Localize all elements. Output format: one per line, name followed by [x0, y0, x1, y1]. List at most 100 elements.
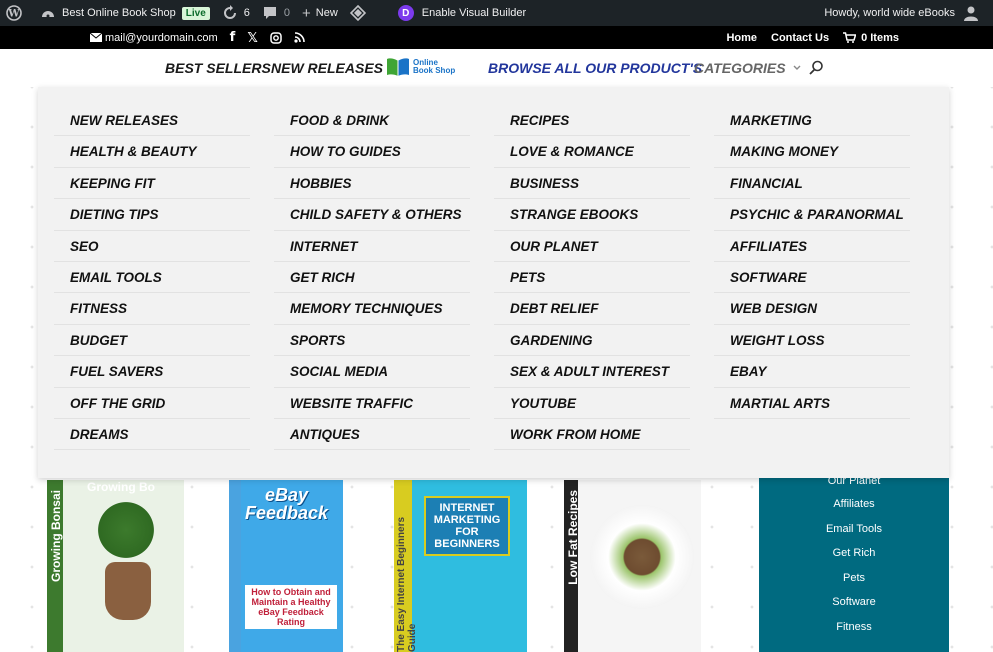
- menu-item-email-tools[interactable]: EMAIL TOOLS: [54, 262, 250, 294]
- menu-item-debt-relief[interactable]: DEBT RELIEF: [494, 293, 690, 325]
- menu-item-how-to-guides[interactable]: HOW TO GUIDES: [274, 136, 470, 168]
- menu-item-marketing[interactable]: MARKETING: [714, 105, 910, 137]
- menu-item-software[interactable]: SOFTWARE: [714, 262, 910, 294]
- menu-item-health-beauty[interactable]: HEALTH & BEAUTY: [54, 136, 250, 168]
- menu-item-youtube[interactable]: YOUTUBE: [494, 388, 690, 419]
- menu-item-seo[interactable]: SEO: [54, 231, 250, 262]
- mega-menu-column-1: NEW RELEASES HEALTH & BEAUTY KEEPING FIT…: [54, 105, 250, 451]
- product-book-internet-marketing[interactable]: The Easy Internet Beginners Guide INTERN…: [394, 480, 527, 652]
- mega-menu-column-2: FOOD & DRINK HOW TO GUIDES HOBBIES CHILD…: [274, 105, 470, 451]
- menu-item-internet[interactable]: INTERNET: [274, 231, 470, 262]
- sidebar-item-affiliates[interactable]: Affiliates: [759, 492, 949, 517]
- menu-item-martial-arts[interactable]: MARTIAL ARTS: [714, 388, 910, 419]
- nav-browse-all-products[interactable]: BROWSE ALL OUR PRODUCT'S: [488, 60, 702, 76]
- book2-title-line-2: Feedback: [245, 503, 329, 523]
- user-avatar-icon: [964, 6, 978, 21]
- menu-item-making-money[interactable]: MAKING MONEY: [714, 136, 910, 168]
- book3-cover-title: INTERNET MARKETING FOR BEGINNERS: [424, 496, 510, 556]
- menu-item-antiques[interactable]: ANTIQUES: [274, 419, 470, 451]
- menu-item-financial[interactable]: FINANCIAL: [714, 168, 910, 200]
- menu-item-our-planet[interactable]: OUR PLANET: [494, 231, 690, 262]
- comment-bubble-icon: [263, 7, 276, 19]
- wp-admin-bar: W Best Online Book Shop Live 6 0 + New D…: [0, 0, 993, 26]
- menu-item-keeping-fit[interactable]: KEEPING FIT: [54, 168, 250, 200]
- bonsai-pot-image: [105, 562, 151, 620]
- menu-item-dreams[interactable]: DREAMS: [54, 419, 250, 451]
- menu-item-memory-techniques[interactable]: MEMORY TECHNIQUES: [274, 293, 470, 325]
- comments-button[interactable]: 0: [256, 0, 296, 26]
- menu-item-social-media[interactable]: SOCIAL MEDIA: [274, 356, 470, 388]
- sidebar-item-email-tools[interactable]: Email Tools: [759, 517, 949, 542]
- menu-item-website-traffic[interactable]: WEBSITE TRAFFIC: [274, 388, 470, 419]
- menu-item-ebay[interactable]: EBAY: [714, 356, 910, 388]
- menu-item-sports[interactable]: SPORTS: [274, 325, 470, 357]
- wordpress-icon: W: [6, 5, 22, 21]
- sidebar-item-software[interactable]: Software: [759, 590, 949, 615]
- divi-diamond-button[interactable]: [344, 0, 378, 26]
- svg-text:W: W: [7, 9, 20, 20]
- product-book-low-fat-recipes[interactable]: Low Fat Recipes: [564, 480, 701, 652]
- facebook-icon[interactable]: f: [230, 30, 236, 45]
- enable-visual-builder-button[interactable]: D Enable Visual Builder: [392, 0, 532, 26]
- cart-link[interactable]: 0 Items: [843, 32, 899, 44]
- site-name-link[interactable]: Best Online Book Shop Live: [34, 0, 216, 26]
- account-menu[interactable]: Howdy, world wide eBooks: [818, 0, 993, 26]
- menu-item-gardening[interactable]: GARDENING: [494, 325, 690, 357]
- visual-builder-label: Enable Visual Builder: [421, 7, 527, 19]
- live-badge: Live: [181, 6, 210, 20]
- menu-item-fitness[interactable]: FITNESS: [54, 293, 250, 325]
- menu-item-dieting-tips[interactable]: DIETING TIPS: [54, 199, 250, 231]
- contact-us-link[interactable]: Contact Us: [771, 32, 829, 44]
- sidebar-item-fitness[interactable]: Fitness: [759, 615, 949, 640]
- logo-line-2: Book Shop: [413, 66, 456, 75]
- mega-menu-column-3: RECIPES LOVE & ROMANCE BUSINESS STRANGE …: [494, 105, 690, 451]
- book2-subtitle: How to Obtain and Maintain a Healthy eBa…: [245, 585, 337, 629]
- categories-mega-menu: NEW RELEASES HEALTH & BEAUTY KEEPING FIT…: [38, 87, 949, 478]
- x-twitter-icon[interactable]: 𝕏: [247, 30, 257, 46]
- sidebar-item-pets[interactable]: Pets: [759, 566, 949, 591]
- nav-new-releases[interactable]: NEW RELEASES: [271, 60, 383, 76]
- menu-item-web-design[interactable]: WEB DESIGN: [714, 293, 910, 325]
- menu-item-sex-adult-interest[interactable]: SEX & ADULT INTEREST: [494, 356, 690, 388]
- search-icon[interactable]: [808, 60, 824, 76]
- email-link[interactable]: mail@yourdomain.com: [90, 32, 218, 44]
- menu-item-get-rich[interactable]: GET RICH: [274, 262, 470, 294]
- menu-item-psychic-paranormal[interactable]: PSYCHIC & PARANORMAL: [714, 199, 910, 231]
- menu-item-fuel-savers[interactable]: FUEL SAVERS: [54, 356, 250, 388]
- menu-item-recipes[interactable]: RECIPES: [494, 105, 690, 137]
- menu-item-pets[interactable]: PETS: [494, 262, 690, 294]
- product-book-ebay-feedback[interactable]: eBay Feedback How to Obtain and Maintain…: [229, 480, 343, 652]
- new-label: New: [315, 7, 338, 19]
- nav-best-sellers[interactable]: BEST SELLERS: [165, 60, 271, 76]
- sidebar-item-get-rich[interactable]: Get Rich: [759, 541, 949, 566]
- dashboard-gauge-icon: [42, 11, 54, 18]
- site-logo[interactable]: Online Book Shop: [386, 57, 455, 77]
- menu-item-business[interactable]: BUSINESS: [494, 168, 690, 200]
- menu-item-strange-ebooks[interactable]: STRANGE EBOOKS: [494, 199, 690, 231]
- cart-count: 0 Items: [861, 31, 899, 44]
- menu-item-hobbies[interactable]: HOBBIES: [274, 168, 470, 200]
- wordpress-logo-button[interactable]: W: [0, 0, 34, 26]
- menu-item-weight-loss[interactable]: WEIGHT LOSS: [714, 325, 910, 357]
- updates-count: 6: [243, 7, 250, 19]
- updates-refresh-icon: [223, 5, 236, 19]
- home-link[interactable]: Home: [726, 32, 757, 44]
- menu-item-off-the-grid[interactable]: OFF THE GRID: [54, 388, 250, 419]
- rss-icon[interactable]: [294, 32, 305, 43]
- menu-item-work-from-home[interactable]: WORK FROM HOME: [494, 419, 690, 451]
- menu-item-food-drink[interactable]: FOOD & DRINK: [274, 105, 470, 137]
- book1-cover-title: Growing Bo: [87, 480, 155, 494]
- comments-count: 0: [283, 7, 291, 19]
- updates-button[interactable]: 6: [216, 0, 256, 26]
- new-content-button[interactable]: + New: [296, 0, 344, 26]
- menu-item-budget[interactable]: BUDGET: [54, 325, 250, 357]
- menu-item-new-releases[interactable]: NEW RELEASES: [54, 105, 250, 137]
- instagram-icon[interactable]: [270, 31, 282, 44]
- menu-item-child-safety[interactable]: CHILD SAFETY & OTHERS: [274, 199, 470, 231]
- menu-item-affiliates[interactable]: AFFILIATES: [714, 231, 910, 262]
- product-book-growing-bonsai[interactable]: Growing Bonsai Growing Bo: [47, 480, 184, 652]
- chevron-down-icon: [793, 65, 801, 70]
- menu-item-love-romance[interactable]: LOVE & ROMANCE: [494, 136, 690, 168]
- mega-menu-column-4: MARKETING MAKING MONEY FINANCIAL PSYCHIC…: [714, 105, 910, 419]
- nav-categories[interactable]: CATEGORIES: [694, 60, 802, 76]
